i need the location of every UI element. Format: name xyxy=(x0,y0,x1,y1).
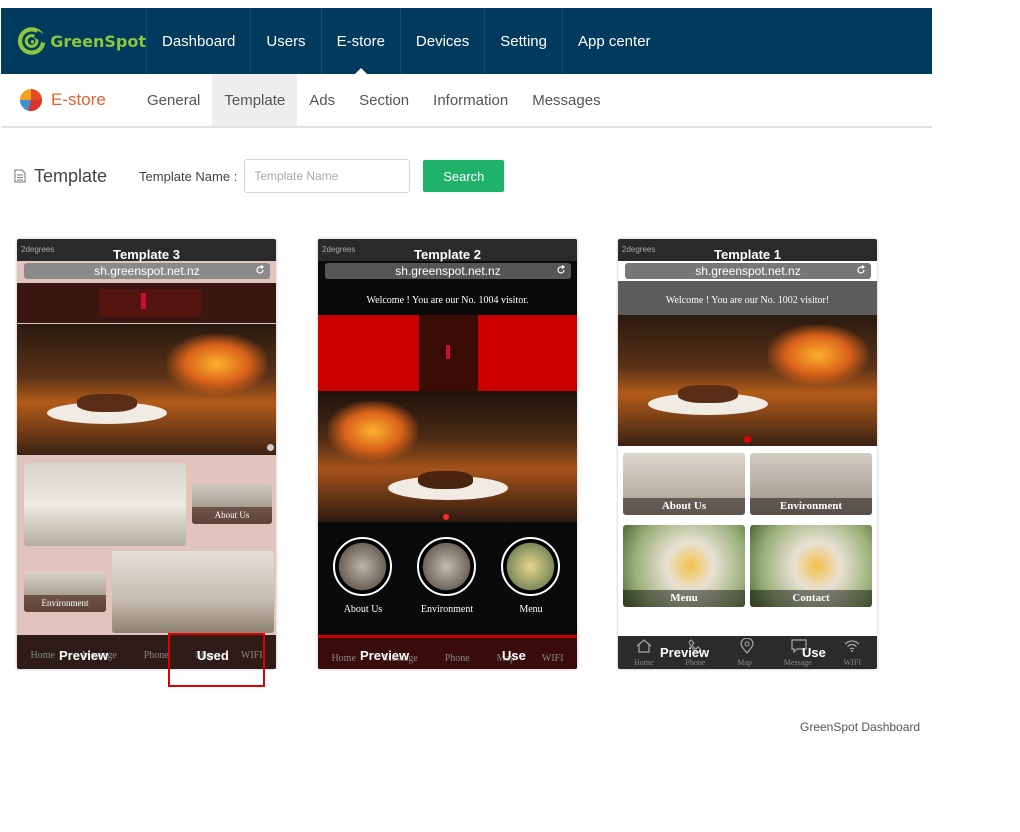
tab-information[interactable]: Information xyxy=(421,74,520,126)
phone-bottom-bar: Home Message Phone Map WIFI Preview Use xyxy=(318,635,577,669)
nav-setting[interactable]: Setting xyxy=(485,8,563,74)
hero-image xyxy=(618,315,877,446)
hero-image xyxy=(318,391,577,522)
tile-label: Environment xyxy=(750,498,872,515)
map-pin-icon xyxy=(740,638,754,654)
url-bar: sh.greenspot.net.nz xyxy=(625,263,871,279)
nav-dashboard[interactable]: Dashboard xyxy=(147,8,252,74)
reload-icon xyxy=(557,265,565,274)
top-nav: GreenSpot Dashboard Users E-store Device… xyxy=(1,8,932,74)
circle-about-us[interactable] xyxy=(333,537,392,596)
circle-environment[interactable] xyxy=(417,537,476,596)
home-icon xyxy=(636,639,652,653)
tile-environment[interactable]: Environment xyxy=(24,572,106,612)
tab-ads[interactable]: Ads xyxy=(297,74,347,126)
tile-environment[interactable]: Environment xyxy=(750,453,872,515)
slide-indicator xyxy=(744,436,751,443)
tile-contact[interactable]: Contact xyxy=(750,525,872,607)
footer-text: GreenSpot Dashboard xyxy=(800,720,921,734)
reload-icon xyxy=(256,265,264,274)
header-banner xyxy=(318,315,577,391)
welcome-message: Welcome ! You are our No. 1004 visitor. xyxy=(366,295,529,306)
preview-button[interactable]: Preview xyxy=(59,648,108,663)
page-header: Template Template Name : Search xyxy=(14,159,505,193)
tile-about-us[interactable]: About Us xyxy=(623,453,745,515)
circle-label: About Us xyxy=(343,604,383,615)
bottom-label: Phone xyxy=(444,653,470,664)
reload-icon xyxy=(857,265,865,274)
template-card-1: 2degrees Template 1 sh.greenspot.net.nz … xyxy=(618,239,877,669)
bottom-labels: Home Phone Map Message WIFI xyxy=(618,658,877,667)
sub-brand-label: E-store xyxy=(51,90,106,109)
tile-label: Menu xyxy=(623,590,745,607)
restaurant-logo xyxy=(419,315,478,391)
bottom-label: WIFI xyxy=(541,653,564,664)
tile-menu[interactable]: Menu xyxy=(623,525,745,607)
template-title: Template 2 xyxy=(414,247,481,262)
welcome-message: Welcome ! You are our No. 1002 visitor! xyxy=(665,295,830,306)
url-bar: sh.greenspot.net.nz xyxy=(325,263,571,279)
phone-bottom-bar: Home Phone Map Message WIFI Preview Use xyxy=(618,636,877,669)
nav-devices[interactable]: Devices xyxy=(401,8,486,74)
tab-section[interactable]: Section xyxy=(347,74,421,126)
pie-chart-icon xyxy=(19,89,43,112)
bottom-label: Home xyxy=(633,658,654,667)
tab-general[interactable]: General xyxy=(135,74,212,126)
hero-image xyxy=(17,324,276,455)
url-bar: sh.greenspot.net.nz xyxy=(24,263,270,279)
bottom-label: Home xyxy=(331,653,356,664)
bottom-labels: Home Message Phone Map WIFI xyxy=(318,653,577,664)
nav-app-center[interactable]: App center xyxy=(563,8,666,74)
circle-label: Menu xyxy=(519,604,543,615)
bottom-label: Map xyxy=(737,658,752,667)
search-button[interactable]: Search xyxy=(423,160,505,192)
sub-nav: E-store General Template Ads Section Inf… xyxy=(1,74,932,128)
tile-label: Environment xyxy=(24,595,106,612)
preview-button[interactable]: Preview xyxy=(360,648,409,663)
template-card-2: 2degrees Template 2 sh.greenspot.net.nz … xyxy=(318,239,577,669)
brand-name: GreenSpot xyxy=(50,31,146,51)
document-icon xyxy=(14,169,26,183)
wifi-icon xyxy=(844,640,860,652)
logo[interactable]: GreenSpot xyxy=(1,8,147,74)
tile-label: About Us xyxy=(192,507,272,524)
template-card-3: 2degrees Template 3 sh.greenspot.net.nz … xyxy=(17,239,276,669)
dining-image xyxy=(24,463,186,546)
tab-template[interactable]: Template xyxy=(212,74,298,126)
restaurant-logo xyxy=(99,289,201,317)
tile-label: About Us xyxy=(623,498,745,515)
url-text: sh.greenspot.net.nz xyxy=(94,264,200,278)
used-button[interactable]: Used xyxy=(197,648,229,663)
preview-button[interactable]: Preview xyxy=(660,645,709,660)
url-text: sh.greenspot.net.nz xyxy=(695,264,801,278)
circle-menu[interactable] xyxy=(501,537,560,596)
template-title: Template 3 xyxy=(113,247,180,262)
tab-messages[interactable]: Messages xyxy=(520,74,612,126)
greenspot-logo-icon xyxy=(17,27,47,55)
tile-label: Contact xyxy=(750,590,872,607)
bottom-label: Home xyxy=(30,650,55,661)
nav-users[interactable]: Users xyxy=(251,8,322,74)
tile-about-us[interactable]: About Us xyxy=(192,484,272,524)
header-banner xyxy=(17,283,276,323)
use-button[interactable]: Use xyxy=(502,648,526,663)
sub-brand: E-store xyxy=(1,74,135,126)
template-name-input[interactable] xyxy=(244,159,411,193)
url-text: sh.greenspot.net.nz xyxy=(395,264,501,278)
page-title: Template xyxy=(34,165,108,186)
template-title: Template 1 xyxy=(714,247,781,262)
circle-label: Environment xyxy=(420,604,474,615)
bottom-label: WIFI xyxy=(843,658,861,667)
bottom-label: Phone xyxy=(143,650,169,661)
template-name-label: Template Name : xyxy=(139,168,238,184)
use-button[interactable]: Use xyxy=(802,645,826,660)
dining-image-2 xyxy=(112,551,274,633)
nav-e-store[interactable]: E-store xyxy=(322,8,401,74)
